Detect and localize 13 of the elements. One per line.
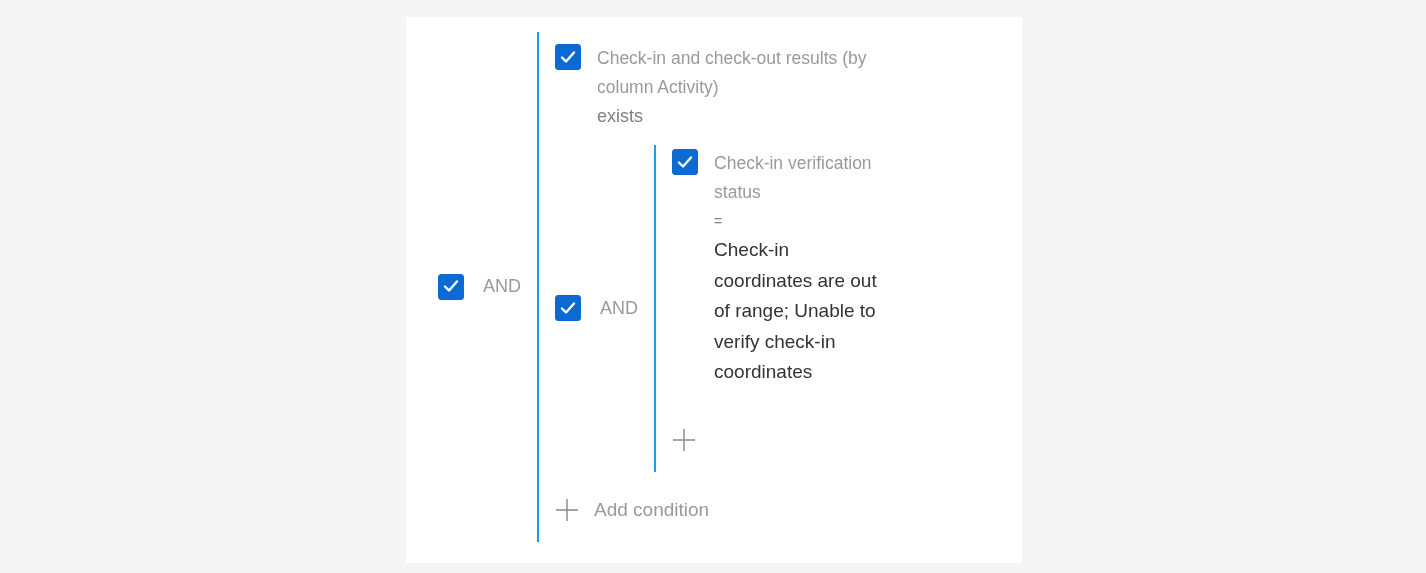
checkbox[interactable] [438, 273, 464, 300]
logical-operator[interactable]: AND [483, 276, 521, 298]
checkbox[interactable] [555, 295, 581, 322]
add-condition-button[interactable]: Add condition [555, 497, 710, 522]
comparison[interactable]: exists [597, 102, 644, 131]
column-name[interactable]: Check-in and check-out results (by column Activity) [597, 44, 909, 102]
comparison[interactable]: = [714, 207, 723, 235]
condition-value[interactable]: Check-in coordinates are out of range; Unable to verify check-in coordinates [714, 235, 891, 388]
plus-icon [555, 497, 579, 522]
checkbox[interactable] [672, 149, 699, 175]
column-name[interactable]: Check-in verification status [714, 149, 891, 207]
checkbox[interactable] [555, 44, 581, 70]
logical-operator[interactable]: AND [600, 297, 639, 319]
